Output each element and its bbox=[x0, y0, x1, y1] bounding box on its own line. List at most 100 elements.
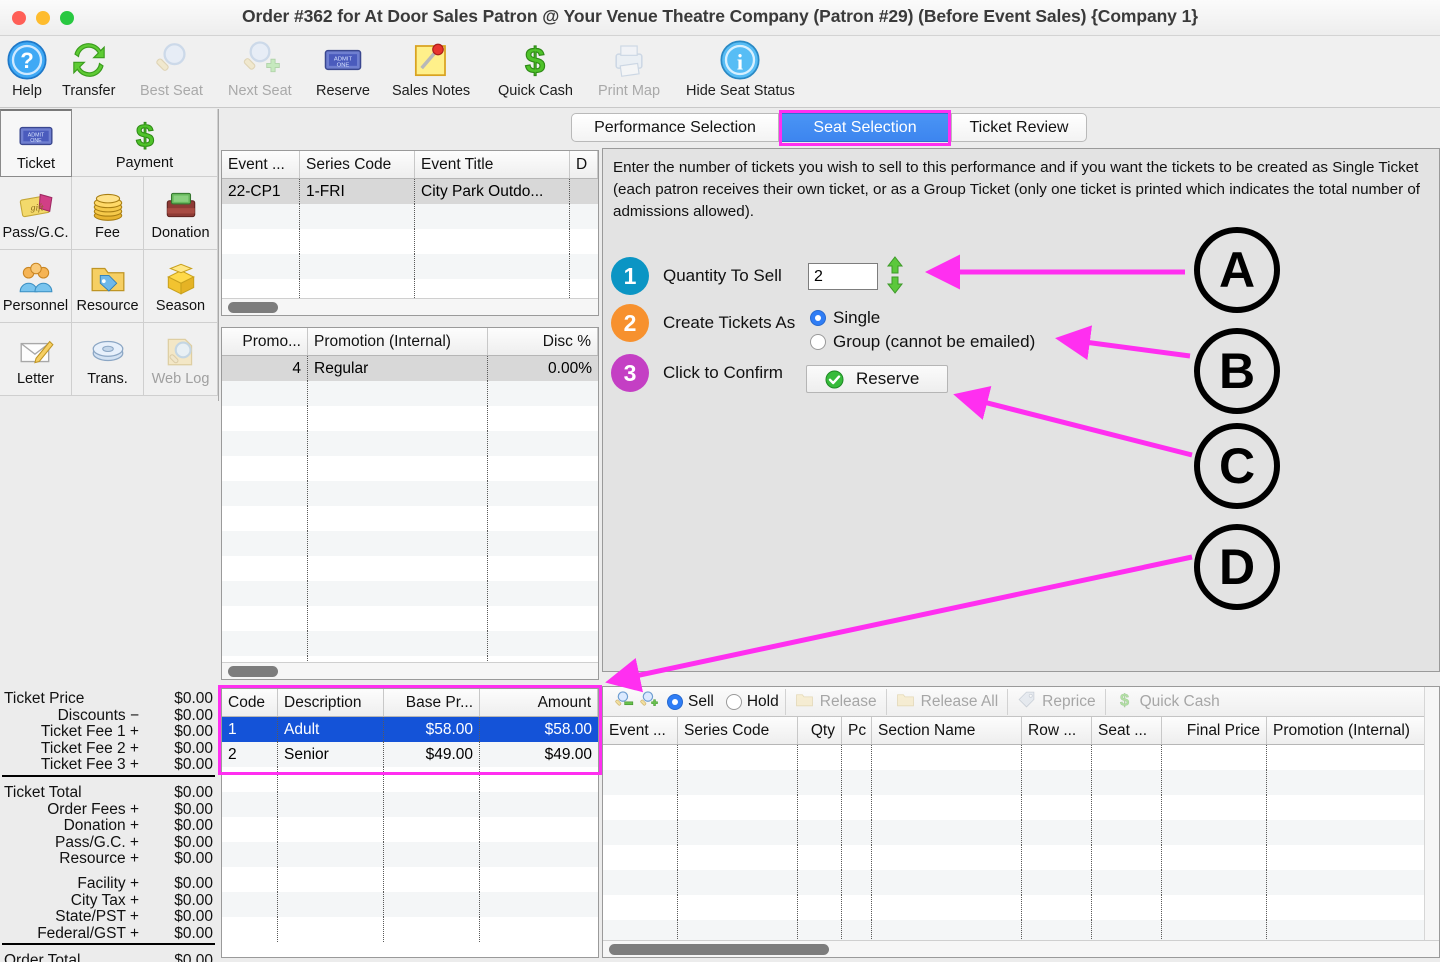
sidebar-item-season[interactable]: Season bbox=[144, 250, 218, 323]
radio-hold-icon[interactable] bbox=[725, 693, 742, 710]
column-header[interactable]: Seat ... bbox=[1092, 717, 1162, 744]
column-header[interactable]: Series Code bbox=[300, 151, 415, 178]
mode-radio-sell[interactable]: Sell bbox=[661, 693, 720, 711]
table-cell-empty bbox=[488, 506, 598, 531]
table-row[interactable]: 2 Senior $49.00 $49.00 bbox=[222, 742, 598, 767]
totals-row-label: Ticket Fee 1 + bbox=[40, 723, 139, 741]
toolbar-button-sales-notes[interactable]: Sales Notes bbox=[392, 38, 470, 106]
sidebar-item-personnel[interactable]: Personnel bbox=[0, 250, 72, 323]
table-cell-empty bbox=[1092, 745, 1162, 770]
totals-row-label: Facility + bbox=[77, 874, 139, 892]
event-grid-hscrollbar[interactable] bbox=[222, 298, 598, 315]
event-grid-body[interactable]: 22-CP1 1-FRI City Park Outdo... bbox=[222, 179, 598, 299]
scroll-thumb[interactable] bbox=[609, 944, 829, 955]
table-cell-empty bbox=[278, 817, 384, 842]
column-header[interactable]: Amount bbox=[480, 689, 598, 716]
table-row[interactable]: 1 Adult $58.00 $58.00 bbox=[222, 717, 598, 742]
table-cell-empty bbox=[480, 792, 598, 817]
toolbar-button-transfer[interactable]: Transfer bbox=[62, 38, 115, 106]
table-row[interactable]: 4 Regular 0.00% bbox=[222, 356, 598, 381]
sidebar-item-letter[interactable]: Letter bbox=[0, 323, 72, 396]
column-header[interactable]: Section Name bbox=[872, 717, 1022, 744]
radio-group-icon[interactable] bbox=[810, 334, 826, 350]
column-header[interactable]: Event ... bbox=[222, 151, 300, 178]
left-sidebar: ADMIT ONE Ticket $ Payment gift Pass/G.C. Fee Do… bbox=[0, 109, 219, 962]
column-header[interactable]: Description bbox=[278, 689, 384, 716]
scroll-thumb[interactable] bbox=[228, 302, 278, 313]
column-header[interactable]: Qty bbox=[798, 717, 842, 744]
quantity-up-arrow[interactable] bbox=[886, 256, 904, 274]
ticket-type-single-option[interactable]: Single bbox=[810, 308, 880, 328]
column-header[interactable]: Promotion (Internal) bbox=[1267, 717, 1439, 744]
column-header[interactable]: Code bbox=[222, 689, 278, 716]
order-totals-panel: Ticket Price $0.00 Discounts − $0.00 Ticket … bbox=[0, 690, 219, 962]
column-header[interactable]: Event ... bbox=[603, 717, 678, 744]
table-cell-empty bbox=[384, 792, 480, 817]
toolbar-button-help[interactable]: ? Help bbox=[6, 38, 48, 106]
promotion-grid-body[interactable]: 4 Regular 0.00% bbox=[222, 356, 598, 663]
table-cell-empty bbox=[842, 845, 872, 870]
sidebar-item-ticket[interactable]: ADMIT ONE Ticket bbox=[0, 109, 72, 177]
toolbar-button-hide-seat-status[interactable]: i Hide Seat Status bbox=[686, 38, 795, 106]
table-cell-empty bbox=[1162, 845, 1267, 870]
table-cell: $58.00 bbox=[544, 720, 592, 738]
table-cell-empty bbox=[480, 892, 598, 917]
table-cell: $49.00 bbox=[384, 742, 480, 767]
totals-row-value: $0.00 bbox=[174, 874, 213, 892]
toolbar-button-quick-cash[interactable]: $ Quick Cash bbox=[498, 38, 573, 106]
seat-add-button[interactable] bbox=[636, 689, 661, 715]
radio-sell-icon[interactable] bbox=[667, 693, 683, 710]
column-header[interactable]: Base Pr... bbox=[384, 689, 480, 716]
column-header[interactable]: Promo... bbox=[222, 328, 308, 355]
table-row-empty bbox=[603, 895, 1439, 920]
sidebar-item-resource[interactable]: Resource bbox=[72, 250, 144, 323]
totals-row-value: $0.00 bbox=[174, 952, 213, 962]
coins-icon bbox=[89, 185, 127, 225]
giftcard-icon: gift bbox=[17, 185, 55, 225]
mode-radio-hold[interactable]: Hold bbox=[720, 693, 785, 711]
sidebar-item-label: Pass/G.C. bbox=[2, 225, 69, 241]
toolbar-button-label: Next Seat bbox=[228, 83, 292, 99]
column-header[interactable]: Disc % bbox=[488, 328, 598, 355]
column-header[interactable]: D bbox=[570, 151, 598, 178]
table-row-empty bbox=[222, 456, 598, 481]
svg-text:$: $ bbox=[135, 116, 153, 153]
table-cell-empty bbox=[570, 204, 598, 229]
table-cell-empty bbox=[1267, 820, 1439, 845]
column-header[interactable]: Series Code bbox=[678, 717, 798, 744]
scroll-thumb[interactable] bbox=[228, 666, 278, 677]
tab-performance-selection[interactable]: Performance Selection bbox=[571, 113, 779, 142]
price-grid-body[interactable]: 1 Adult $58.00 $58.00 2 Senior $49.00 $49.00 bbox=[222, 717, 598, 957]
column-header[interactable]: Final Price bbox=[1162, 717, 1267, 744]
table-cell-empty bbox=[308, 506, 488, 531]
seat-grid-vscroll-gutter[interactable] bbox=[1424, 687, 1439, 940]
toolbar-button-reserve[interactable]: ADMIT ONE Reserve bbox=[316, 38, 370, 106]
tab-seat-selection[interactable]: Seat Selection bbox=[779, 113, 951, 142]
sidebar-item-payment[interactable]: $ Payment bbox=[72, 109, 218, 177]
sidebar-item-pass-g-c-[interactable]: gift Pass/G.C. bbox=[0, 177, 72, 250]
seat-grid-hscrollbar[interactable] bbox=[603, 940, 1439, 957]
quantity-down-arrow[interactable] bbox=[886, 276, 904, 294]
sidebar-item-trans-[interactable]: Trans. bbox=[72, 323, 144, 396]
table-cell-empty bbox=[1092, 770, 1162, 795]
table-cell-empty bbox=[1267, 895, 1439, 920]
table-row[interactable]: 22-CP1 1-FRI City Park Outdo... bbox=[222, 179, 598, 204]
sidebar-item-donation[interactable]: Donation bbox=[144, 177, 218, 250]
ticket-type-group-option[interactable]: Group (cannot be emailed) bbox=[810, 332, 1035, 352]
table-cell-empty bbox=[488, 481, 598, 506]
column-header[interactable]: Event Title bbox=[415, 151, 570, 178]
promotion-grid-hscrollbar[interactable] bbox=[222, 662, 598, 679]
seat-remove-button[interactable] bbox=[611, 689, 636, 715]
sidebar-item-fee[interactable]: Fee bbox=[72, 177, 144, 250]
quantity-to-sell-input[interactable] bbox=[808, 263, 878, 290]
tab-ticket-review[interactable]: Ticket Review bbox=[951, 113, 1087, 142]
table-cell-empty bbox=[384, 842, 480, 867]
seat-list-pane: Sell Hold Release Release All Reprice $ Quick … bbox=[602, 686, 1440, 958]
column-header[interactable]: Row ... bbox=[1022, 717, 1092, 744]
totals-row: Facility + $0.00 bbox=[0, 874, 219, 893]
column-header[interactable]: Pc bbox=[842, 717, 872, 744]
radio-single-icon[interactable] bbox=[810, 310, 826, 326]
seat-grid-body[interactable] bbox=[603, 745, 1439, 945]
reserve-confirm-button[interactable]: Reserve bbox=[806, 365, 948, 393]
column-header[interactable]: Promotion (Internal) bbox=[308, 328, 488, 355]
